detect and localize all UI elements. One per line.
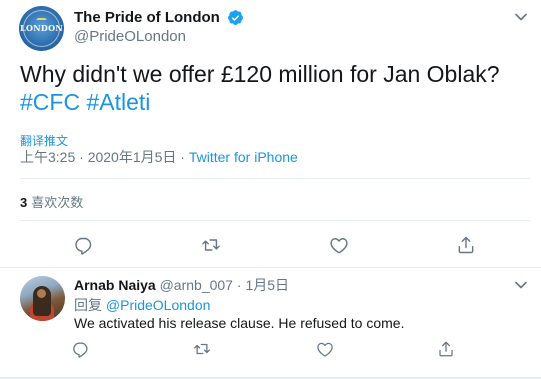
hashtag-row: #CFC #Atleti	[20, 88, 530, 116]
avatar-logo-text: LONDON	[20, 23, 63, 33]
likes-number: 3	[20, 195, 28, 210]
verified-badge-icon	[227, 9, 244, 26]
reply-icon[interactable]	[74, 235, 94, 255]
timestamp[interactable]: 上午3:25 · 2020年1月5日 ·	[20, 149, 189, 165]
reply-handle[interactable]: @arnb_007	[160, 277, 233, 293]
reply-author-row: Arnab Naiya @arnb_007 · 1月5日	[74, 275, 289, 295]
share-icon[interactable]	[456, 235, 476, 255]
handle[interactable]: @PrideOLondon	[74, 28, 186, 45]
mention-link[interactable]: @PrideOLondon	[106, 297, 211, 313]
retweet-icon[interactable]	[201, 235, 221, 255]
reply-icon[interactable]	[72, 340, 90, 358]
hashtag-link[interactable]: #Atleti	[86, 89, 150, 115]
reply-display-name[interactable]: Arnab Naiya	[74, 277, 156, 293]
divider	[20, 178, 530, 179]
main-tweet: LONDON The Pride of London @PrideOLondon…	[0, 0, 541, 268]
likes-label: 喜欢次数	[31, 195, 84, 210]
reply-date[interactable]: 1月5日	[245, 277, 289, 293]
tweet-text: Why didn't we offer £120 million for Jan…	[20, 60, 530, 116]
separator-dot: ·	[236, 277, 242, 293]
display-name[interactable]: The Pride of London	[74, 9, 220, 26]
hashtag-link[interactable]: #CFC	[20, 89, 80, 115]
heart-icon[interactable]	[329, 235, 349, 255]
heart-icon[interactable]	[316, 340, 334, 358]
share-icon[interactable]	[437, 340, 455, 358]
tweet-text-line: Why didn't we offer £120 million for Jan…	[20, 61, 500, 87]
likes-count[interactable]: 3 喜欢次数	[20, 192, 83, 211]
source-link[interactable]: Twitter for iPhone	[189, 149, 298, 165]
divider	[20, 220, 530, 221]
avatar[interactable]: LONDON	[19, 6, 64, 51]
avatar[interactable]	[20, 276, 65, 321]
retweet-icon[interactable]	[193, 340, 211, 358]
crown-icon	[36, 14, 47, 20]
chevron-down-icon[interactable]	[513, 277, 529, 293]
reply-prefix: 回复	[74, 297, 102, 313]
replying-to: 回复 @PrideOLondon	[74, 295, 210, 315]
tweet-metadata: 上午3:25 · 2020年1月5日 · Twitter for iPhone	[20, 147, 298, 167]
reply-text: We activated his release clause. He refu…	[74, 315, 405, 331]
avatar-face	[37, 289, 46, 298]
chevron-down-icon[interactable]	[513, 9, 529, 25]
author-name-row[interactable]: The Pride of London	[74, 9, 244, 27]
